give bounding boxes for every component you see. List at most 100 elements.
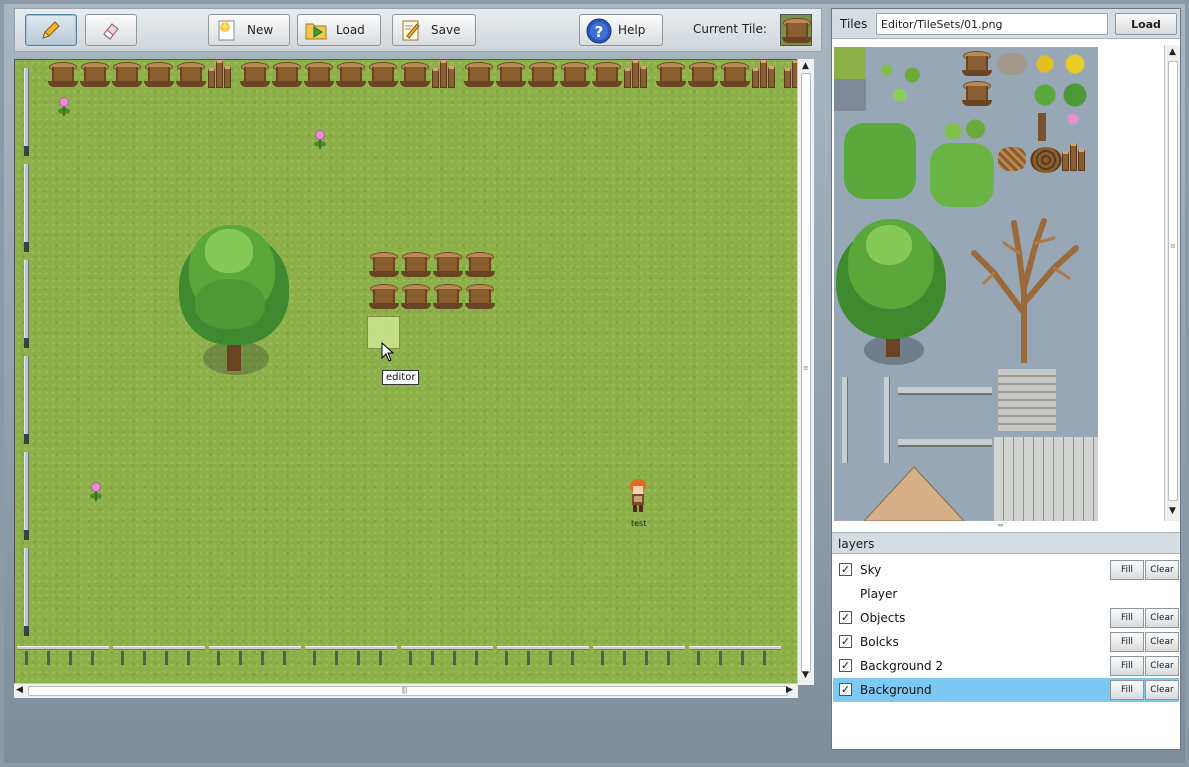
layer-visibility-checkbox[interactable]: ✓ xyxy=(839,611,852,624)
fence-rail-post xyxy=(763,651,766,665)
fence-post-tile[interactable] xyxy=(842,377,848,463)
scroll-thumb[interactable]: ≡ xyxy=(801,73,811,673)
grass-tile[interactable] xyxy=(834,47,866,79)
tileset-palette[interactable] xyxy=(834,47,1098,521)
tall-grass-tile[interactable] xyxy=(930,143,994,207)
scroll-thumb[interactable]: |||| xyxy=(28,686,788,696)
help-button[interactable]: ? Help xyxy=(579,14,663,46)
fence-rail-post xyxy=(601,651,604,665)
grass-tuft-tiles[interactable] xyxy=(938,117,988,141)
fence-rail-post xyxy=(623,651,626,665)
scroll-thumb[interactable]: ≡ xyxy=(1168,61,1178,501)
layer-visibility-checkbox[interactable]: ✓ xyxy=(839,683,852,696)
fence-rail xyxy=(401,646,493,650)
layer-clear-button[interactable]: Clear xyxy=(1145,632,1179,652)
stump-sprite xyxy=(240,62,270,88)
mouse-cursor-icon xyxy=(381,341,395,365)
tree-tile[interactable] xyxy=(836,217,948,367)
layer-fill-button[interactable]: Fill xyxy=(1110,632,1144,652)
tall-grass-tile[interactable] xyxy=(844,123,916,199)
fence-rail-post xyxy=(165,651,168,665)
wood-planks-tile[interactable] xyxy=(994,437,1098,521)
layer-fill-button[interactable]: Fill xyxy=(1110,560,1144,580)
load-button[interactable]: Load xyxy=(297,14,381,46)
layer-clear-button[interactable]: Clear xyxy=(1145,656,1179,676)
new-button[interactable]: New xyxy=(208,14,290,46)
fence-rail xyxy=(689,646,781,650)
stone-steps-tile[interactable] xyxy=(998,369,1056,431)
resize-grip-icon[interactable]: ═ xyxy=(998,521,1003,530)
stump-sprite xyxy=(465,252,495,278)
tileset-path-input[interactable] xyxy=(876,13,1108,35)
fence-rail xyxy=(113,646,205,650)
layers-header: layers xyxy=(832,532,1180,554)
fence-rail-post xyxy=(571,651,574,665)
scroll-right-icon[interactable]: ▶ xyxy=(786,686,793,695)
stump-sprite xyxy=(112,62,142,88)
dead-tree-tile[interactable] xyxy=(964,213,1084,366)
fence-rail-post xyxy=(187,651,190,665)
map-horizontal-scrollbar[interactable]: ◀ |||| ▶ xyxy=(14,683,798,698)
fence-rail-post xyxy=(431,651,434,665)
fence-rail xyxy=(497,646,589,650)
stone-tile[interactable] xyxy=(834,79,866,111)
layer-row[interactable]: ✓ Objects Fill Clear xyxy=(833,606,1179,630)
layer-row[interactable]: ✓ Background Fill Clear xyxy=(833,678,1179,702)
stump-sprite xyxy=(592,62,622,88)
rocks-tile[interactable] xyxy=(998,53,1026,75)
layer-visibility-checkbox[interactable]: ✓ xyxy=(839,635,852,648)
fence-rail-post xyxy=(283,651,286,665)
layer-fill-button[interactable]: Fill xyxy=(1110,656,1144,676)
map-canvas[interactable]: editor test xyxy=(14,59,814,685)
post-tile[interactable] xyxy=(1038,113,1046,141)
fence-rail-post xyxy=(719,651,722,665)
layer-row[interactable]: ✓ Bolcks Fill Clear xyxy=(833,630,1179,654)
layer-row[interactable]: Player xyxy=(833,582,1179,606)
layer-clear-button[interactable]: Clear xyxy=(1145,560,1179,580)
pencil-tool-button[interactable] xyxy=(25,14,77,46)
scroll-down-icon[interactable]: ▼ xyxy=(1169,507,1176,516)
tiles-vertical-scrollbar[interactable]: ▲ ≡ ▼ xyxy=(1164,45,1180,521)
stump-sprite xyxy=(720,62,750,88)
eraser-tool-button[interactable] xyxy=(85,14,137,46)
layer-name: Player xyxy=(860,587,898,601)
shrub-tiles[interactable] xyxy=(1030,81,1090,109)
layer-fill-button[interactable]: Fill xyxy=(1110,680,1144,700)
scroll-up-icon[interactable]: ▲ xyxy=(802,62,809,71)
tooltip: editor xyxy=(382,370,420,385)
layer-visibility-checkbox[interactable]: ✓ xyxy=(839,659,852,672)
fence-post-tile[interactable] xyxy=(884,377,890,463)
yellow-flower-tiles[interactable] xyxy=(1030,49,1090,79)
fence-rail-tile[interactable] xyxy=(898,387,992,395)
fence-rail-post xyxy=(667,651,670,665)
campfire-tile[interactable] xyxy=(1030,147,1062,173)
tileset-load-button[interactable]: Load xyxy=(1115,13,1177,35)
layer-row[interactable]: ✓ Background 2 Fill Clear xyxy=(833,654,1179,678)
stump-sprite xyxy=(401,252,431,278)
flower-sprite xyxy=(313,131,327,151)
layer-row[interactable]: ✓ Sky Fill Clear xyxy=(833,558,1179,582)
scroll-left-icon[interactable]: ◀ xyxy=(16,686,23,695)
fence-post xyxy=(24,164,29,252)
fence-rail-post xyxy=(453,651,456,665)
stump-sprite xyxy=(496,62,526,88)
scroll-up-icon[interactable]: ▲ xyxy=(1169,48,1176,57)
firewood-tile[interactable] xyxy=(998,147,1026,171)
tent-tile[interactable] xyxy=(863,465,965,521)
stump-sprite xyxy=(272,62,302,88)
flower-tile[interactable] xyxy=(1066,113,1080,133)
svg-text:?: ? xyxy=(595,23,604,41)
layer-fill-button[interactable]: Fill xyxy=(1110,608,1144,628)
pencil-icon xyxy=(39,18,63,42)
save-button[interactable]: Save xyxy=(392,14,476,46)
fence-rail-tile[interactable] xyxy=(898,439,992,447)
map-vertical-scrollbar[interactable]: ▲ ≡ ▼ xyxy=(797,59,814,685)
layer-clear-button[interactable]: Clear xyxy=(1145,680,1179,700)
scroll-down-icon[interactable]: ▼ xyxy=(802,671,809,680)
bush-tiles[interactable] xyxy=(874,55,938,105)
help-icon: ? xyxy=(586,18,612,44)
layer-clear-button[interactable]: Clear xyxy=(1145,608,1179,628)
tiles-header: Tiles Load xyxy=(832,9,1180,39)
layer-visibility-checkbox[interactable]: ✓ xyxy=(839,563,852,576)
fence-rail xyxy=(593,646,685,650)
